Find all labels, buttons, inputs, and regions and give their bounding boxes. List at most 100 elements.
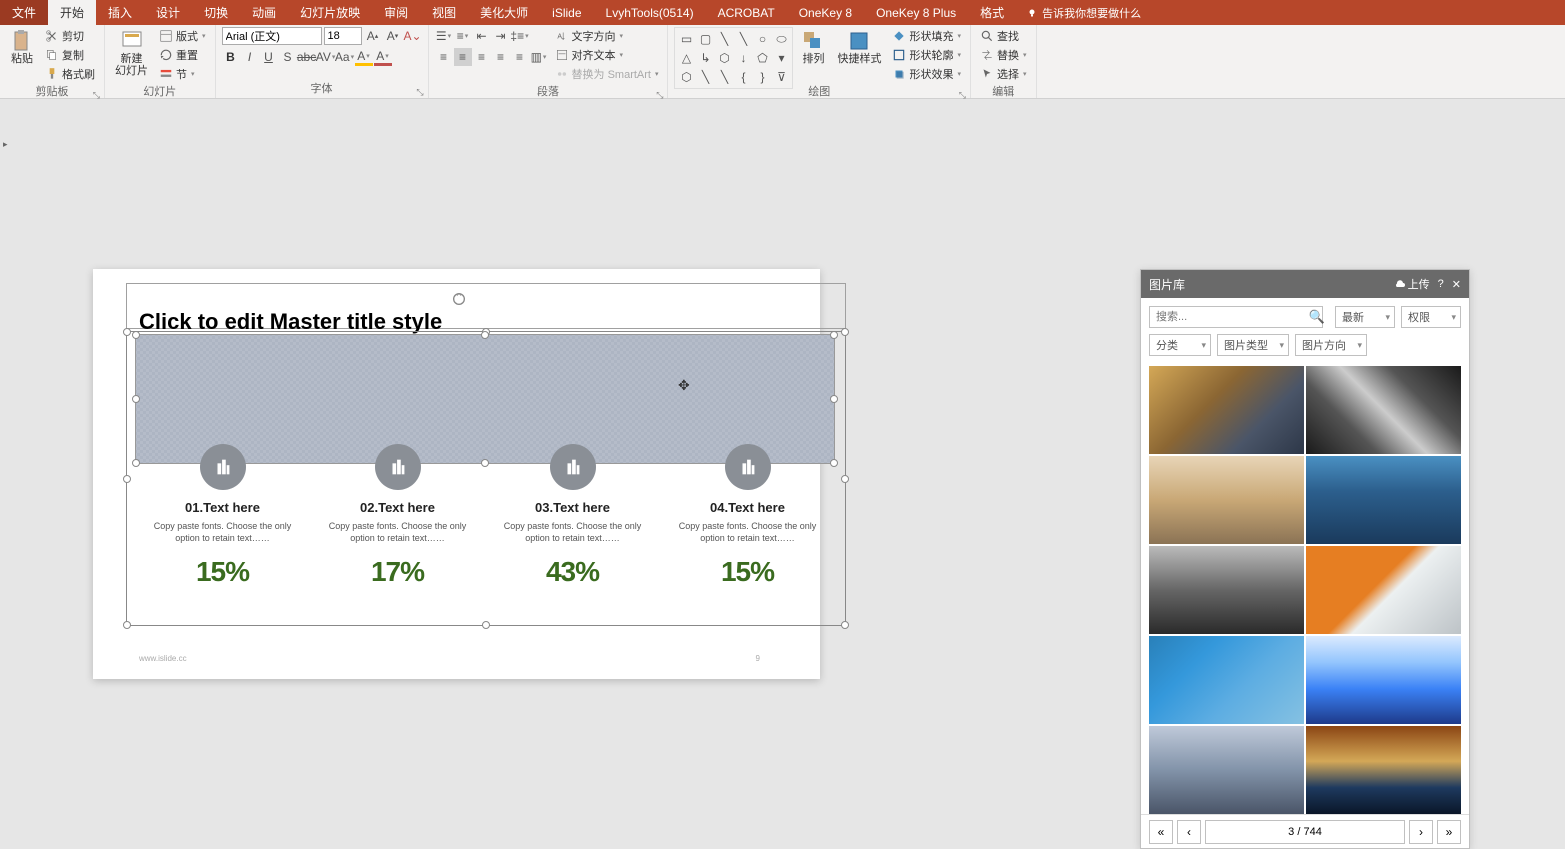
thumbnail-3[interactable]	[1149, 456, 1304, 544]
thumbnail-10[interactable]	[1306, 726, 1461, 814]
distribute-button[interactable]: ≡	[511, 48, 529, 66]
tab-insert[interactable]: 插入	[96, 0, 144, 25]
align-center-button[interactable]: ≡	[454, 48, 472, 66]
shape-effects-button[interactable]: 形状效果▾	[889, 65, 964, 83]
stat-column-4[interactable]: 04.Text here Copy paste fonts. Choose th…	[665, 444, 830, 588]
handle-tr[interactable]	[841, 328, 849, 336]
shape-arrow2-icon[interactable]: ↳	[696, 49, 714, 67]
shape-more-icon[interactable]: ▾	[772, 49, 790, 67]
stat-column-2[interactable]: 02.Text here Copy paste fonts. Choose th…	[315, 444, 480, 588]
stat-column-3[interactable]: 03.Text here Copy paste fonts. Choose th…	[490, 444, 655, 588]
thumbnail-4[interactable]	[1306, 456, 1461, 544]
upload-button[interactable]: 上传	[1394, 276, 1430, 292]
thumbnail-7[interactable]	[1149, 636, 1304, 724]
tab-animation[interactable]: 动画	[240, 0, 288, 25]
tab-beautify[interactable]: 美化大师	[468, 0, 540, 25]
font-expand-icon[interactable]: ⤡	[416, 87, 423, 98]
increase-indent-button[interactable]: ⇥	[492, 27, 510, 45]
shape-outline-button[interactable]: 形状轮廓▾	[889, 46, 964, 64]
prev-page-button[interactable]: ‹	[1177, 820, 1201, 844]
tab-onekey8plus[interactable]: OneKey 8 Plus	[864, 0, 968, 25]
tell-me-hint[interactable]: 告诉我你想要做什么	[1026, 5, 1141, 21]
tab-acrobat[interactable]: ACROBAT	[706, 0, 787, 25]
shape-arrow3-icon[interactable]: ⬡	[715, 49, 733, 67]
format-painter-button[interactable]: 格式刷	[42, 65, 98, 83]
line-spacing-button[interactable]: ‡≡▾	[511, 27, 529, 45]
justify-button[interactable]: ≡	[492, 48, 510, 66]
align-right-button[interactable]: ≡	[473, 48, 491, 66]
thumbnail-5[interactable]	[1149, 546, 1304, 634]
shapes-gallery[interactable]: ▭ ▢ ╲ ╲ ○ ⬭ △ ↳ ⬡ ↓ ⬠ ▾ ⬡ ╲	[674, 27, 793, 89]
font-size-select[interactable]	[324, 27, 362, 45]
img-handle-tl[interactable]	[132, 331, 140, 339]
reset-button[interactable]: 重置	[156, 46, 209, 64]
tab-home[interactable]: 开始	[48, 0, 96, 25]
clear-format-button[interactable]: A⌄	[404, 27, 422, 45]
sort-dropdown[interactable]: 最新	[1335, 306, 1395, 328]
tab-design[interactable]: 设计	[144, 0, 192, 25]
highlight-button[interactable]: A▾	[355, 48, 373, 66]
italic-button[interactable]: I	[241, 48, 259, 66]
shape-rect-icon[interactable]: ▭	[677, 30, 695, 48]
thumbnail-2[interactable]	[1306, 366, 1461, 454]
thumbnail-6[interactable]	[1306, 546, 1461, 634]
tab-format[interactable]: 格式	[968, 0, 1016, 25]
first-page-button[interactable]: «	[1149, 820, 1173, 844]
numbering-button[interactable]: ≡▾	[454, 27, 472, 45]
next-page-button[interactable]: ›	[1409, 820, 1433, 844]
handle-mr[interactable]	[841, 475, 849, 483]
increase-font-button[interactable]: A▴	[364, 27, 382, 45]
handle-br[interactable]	[841, 621, 849, 629]
tab-view[interactable]: 视图	[420, 0, 468, 25]
paste-button[interactable]: 粘贴	[6, 27, 38, 67]
shape-rect2-icon[interactable]: ▢	[696, 30, 714, 48]
thumbnail-9[interactable]	[1149, 726, 1304, 814]
shape-line2-icon[interactable]: ╲	[734, 30, 752, 48]
shape-oval2-icon[interactable]: ⬭	[772, 30, 790, 48]
help-button[interactable]: ?	[1438, 278, 1444, 290]
img-handle-tc[interactable]	[481, 331, 489, 339]
underline-button[interactable]: U	[260, 48, 278, 66]
tab-review[interactable]: 审阅	[372, 0, 420, 25]
tab-onekey8[interactable]: OneKey 8	[787, 0, 864, 25]
orientation-dropdown[interactable]: 图片方向	[1295, 334, 1367, 356]
close-panel-button[interactable]: ✕	[1452, 278, 1461, 291]
decrease-indent-button[interactable]: ⇤	[473, 27, 491, 45]
img-handle-mr[interactable]	[830, 395, 838, 403]
tab-islide[interactable]: iSlide	[540, 0, 593, 25]
align-text-button[interactable]: 对齐文本▾	[552, 46, 662, 64]
columns-button[interactable]: ▥▾	[530, 48, 548, 66]
find-button[interactable]: 查找	[977, 27, 1030, 45]
category-dropdown[interactable]: 分类	[1149, 334, 1211, 356]
img-handle-tr[interactable]	[830, 331, 838, 339]
new-slide-button[interactable]: 新建 幻灯片	[111, 27, 152, 79]
align-left-button[interactable]: ≡	[435, 48, 453, 66]
imgtype-dropdown[interactable]: 图片类型	[1217, 334, 1289, 356]
cut-button[interactable]: 剪切	[42, 27, 98, 45]
shape-line-icon[interactable]: ╲	[715, 30, 733, 48]
bullets-button[interactable]: ☰▾	[435, 27, 453, 45]
shape-fill-button[interactable]: 形状填充▾	[889, 27, 964, 45]
shadow-button[interactable]: S	[279, 48, 297, 66]
replace-button[interactable]: 替换▾	[977, 46, 1030, 64]
tab-file[interactable]: 文件	[0, 0, 48, 25]
handle-bc[interactable]	[482, 621, 490, 629]
last-page-button[interactable]: »	[1437, 820, 1461, 844]
tab-slideshow[interactable]: 幻灯片放映	[288, 0, 372, 25]
shape-arrow-icon[interactable]: △	[677, 49, 695, 67]
search-input[interactable]	[1149, 306, 1323, 328]
stat-column-1[interactable]: 01.Text here Copy paste fonts. Choose th…	[140, 444, 305, 588]
font-color-button[interactable]: A▾	[374, 48, 392, 66]
change-case-button[interactable]: Aa▾	[336, 48, 354, 66]
thumbnail-1[interactable]	[1149, 366, 1304, 454]
handle-ml[interactable]	[123, 475, 131, 483]
quick-styles-button[interactable]: 快捷样式	[833, 27, 885, 67]
tab-transition[interactable]: 切换	[192, 0, 240, 25]
slide-canvas[interactable]: Click to edit Master title style ✥	[93, 269, 820, 679]
text-direction-button[interactable]: A文字方向▾	[552, 27, 662, 45]
thumbnail-8[interactable]	[1306, 636, 1461, 724]
strikethrough-button[interactable]: abc	[298, 48, 316, 66]
decrease-font-button[interactable]: A▾	[384, 27, 402, 45]
img-handle-ml[interactable]	[132, 395, 140, 403]
handle-bl[interactable]	[123, 621, 131, 629]
